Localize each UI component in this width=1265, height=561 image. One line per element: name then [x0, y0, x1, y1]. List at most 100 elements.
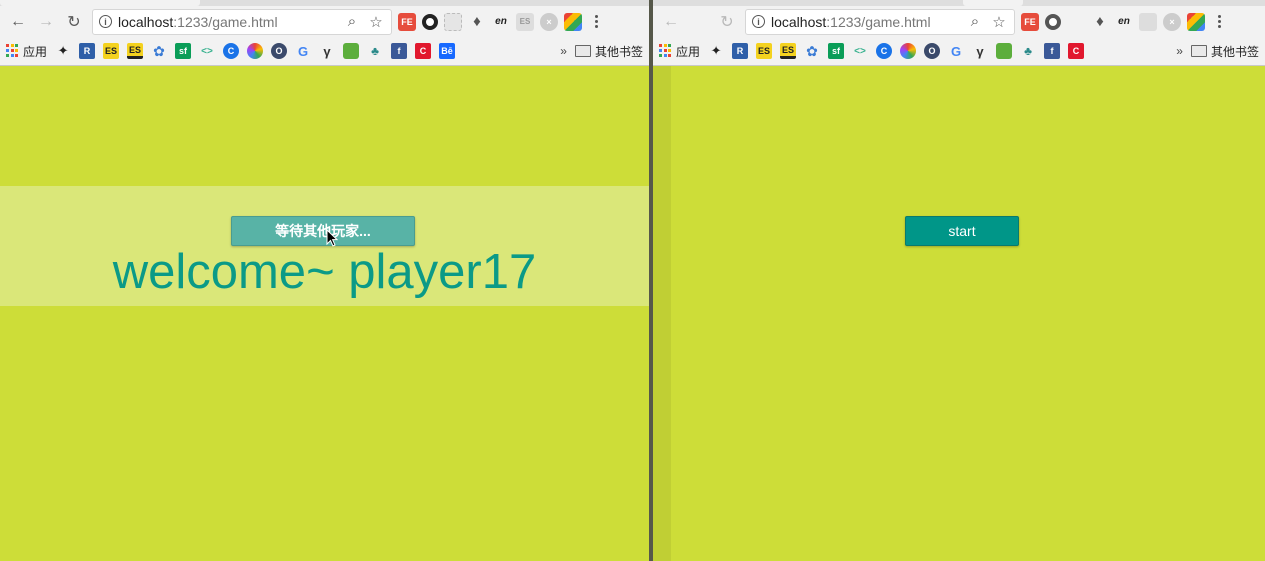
bookmark-c-blue[interactable]: C — [876, 43, 893, 59]
google-icon: G — [950, 43, 962, 59]
sf-icon: sf — [828, 43, 845, 59]
blank-extension-icon[interactable] — [1139, 12, 1157, 31]
zoom-icon[interactable]: ⌕ — [966, 13, 984, 31]
google-icon: G — [297, 43, 309, 59]
multicolor-extension-icon[interactable] — [564, 12, 582, 31]
start-button-label: start — [948, 223, 976, 239]
bookmark-gear[interactable]: ✿ — [151, 43, 167, 59]
bookmark-facebook[interactable]: f — [1044, 43, 1061, 59]
bookmark-color[interactable] — [900, 43, 917, 59]
other-bookmarks-folder[interactable]: 其他书签 — [1190, 43, 1259, 60]
other-bookmarks-folder[interactable]: 其他书签 — [574, 43, 643, 60]
bookmark-star-icon[interactable]: ☆ — [367, 13, 385, 31]
bookmark-c-red[interactable]: C — [1068, 43, 1085, 59]
evernote-extension-icon[interactable]: ♦ — [468, 13, 486, 31]
zoom-icon[interactable]: ⌕ — [343, 13, 361, 31]
reload-icon[interactable]: ↻ — [62, 10, 86, 34]
fe-extension-icon[interactable]: FE — [398, 12, 416, 31]
back-arrow-icon[interactable]: ← — [659, 10, 683, 34]
es-extension-icon[interactable]: ES — [516, 12, 534, 31]
bookmark-tree[interactable]: ♣ — [1020, 43, 1036, 59]
evernote-extension-icon[interactable]: ♦ — [1091, 13, 1109, 31]
ya-icon: γ — [323, 43, 331, 59]
bookmark-sf[interactable]: sf — [828, 43, 845, 59]
bookmark-color[interactable] — [247, 43, 264, 59]
url-host: localhost — [118, 13, 174, 30]
dashed-extension-icon[interactable] — [444, 12, 462, 31]
color-wheel-icon — [900, 43, 917, 59]
grey-x-extension-icon[interactable]: × — [1163, 12, 1181, 31]
address-bar[interactable]: i localhost:1233/game.html ⌕ ☆ — [92, 8, 392, 35]
bookmark-es-2[interactable]: ES — [127, 43, 144, 59]
grey-x-extension-icon[interactable]: × — [540, 12, 558, 31]
code-icon: <> — [201, 45, 213, 57]
tree-icon: ♣ — [1024, 44, 1032, 58]
bookmark-apps[interactable]: 应用 — [659, 43, 700, 60]
bookmark-r[interactable]: R — [732, 43, 749, 59]
fe-extension-icon[interactable]: FE — [1021, 12, 1039, 31]
bookmarks-bar: 应用 ✦ R ES ES ✿ sf <> C O G γ ♣ f C Bē » … — [0, 37, 649, 66]
bookmarks-bar: 应用 ✦ R ES ES ✿ sf <> C O G γ ♣ f C » 其他书… — [653, 37, 1265, 66]
more-bookmarks-chevron[interactable]: » — [560, 44, 567, 58]
bookmark-code[interactable]: <> — [199, 43, 215, 59]
bookmark-gear[interactable]: ✿ — [804, 43, 820, 59]
c-circle-icon: C — [223, 43, 240, 59]
facebook-icon: f — [391, 43, 408, 59]
bookmark-bird[interactable]: ✦ — [708, 43, 724, 59]
url-host: localhost — [771, 13, 827, 30]
bookmark-c-blue[interactable]: C — [223, 43, 240, 59]
bookmark-tree[interactable]: ♣ — [367, 43, 383, 59]
ring-extension-icon[interactable] — [1045, 13, 1061, 30]
bird-icon: ✦ — [710, 43, 722, 58]
folder-icon — [1190, 45, 1207, 57]
bookmark-r[interactable]: R — [79, 43, 96, 59]
bookmark-es-2[interactable]: ES — [780, 43, 797, 59]
waiting-button[interactable]: 等待其他玩家... — [231, 216, 415, 246]
bookmark-google[interactable]: G — [948, 43, 964, 59]
browser-toolbar: ← → ↻ i localhost:1233/game.html ⌕ ☆ FE … — [0, 6, 649, 37]
translate-extension-icon[interactable]: en — [492, 13, 510, 31]
c-red-icon: C — [1068, 43, 1085, 59]
url-path: :1233/game.html — [826, 13, 931, 30]
bookmark-cube[interactable] — [343, 43, 360, 59]
code-icon: <> — [854, 45, 866, 57]
url-text[interactable]: localhost:1233/game.html — [118, 14, 337, 30]
bookmark-cube[interactable] — [996, 43, 1013, 59]
bookmark-google[interactable]: G — [295, 43, 311, 59]
bookmark-star-icon[interactable]: ☆ — [990, 13, 1008, 31]
ring-extension-icon[interactable] — [422, 13, 438, 30]
bookmark-code[interactable]: <> — [852, 43, 868, 59]
bookmark-ya[interactable]: γ — [972, 43, 988, 59]
apps-grid-icon — [659, 44, 673, 58]
reload-icon[interactable]: ↻ — [715, 10, 739, 34]
bookmark-es[interactable]: ES — [756, 43, 773, 59]
browser-menu-icon[interactable] — [1211, 13, 1227, 31]
cube-icon — [996, 43, 1013, 59]
address-bar[interactable]: i localhost:1233/game.html ⌕ ☆ — [745, 8, 1015, 35]
bookmark-behance[interactable]: Bē — [439, 43, 456, 59]
bookmark-bird[interactable]: ✦ — [55, 43, 71, 59]
bookmark-c-red[interactable]: C — [415, 43, 432, 59]
c-red-icon: C — [415, 43, 432, 59]
bookmark-o[interactable]: O — [924, 43, 941, 59]
bookmark-ya[interactable]: γ — [319, 43, 335, 59]
behance-icon: Bē — [439, 43, 456, 59]
translate-extension-icon[interactable]: en — [1115, 13, 1133, 31]
url-text[interactable]: localhost:1233/game.html — [771, 14, 960, 30]
ya-icon: γ — [976, 43, 984, 59]
multicolor-extension-icon[interactable] — [1187, 12, 1205, 31]
back-arrow-icon[interactable]: ← — [6, 10, 30, 34]
folder-icon — [574, 45, 591, 57]
bookmark-o[interactable]: O — [271, 43, 288, 59]
bookmark-apps[interactable]: 应用 — [6, 43, 47, 60]
start-button[interactable]: start — [905, 216, 1019, 246]
forward-arrow-icon[interactable]: → — [34, 10, 58, 34]
more-bookmarks-chevron[interactable]: » — [1176, 44, 1183, 58]
browser-menu-icon[interactable] — [588, 13, 604, 31]
bookmark-facebook[interactable]: f — [391, 43, 408, 59]
bookmark-sf[interactable]: sf — [175, 43, 192, 59]
site-info-icon[interactable]: i — [752, 15, 765, 28]
waiting-button-label: 等待其他玩家... — [275, 223, 371, 239]
bookmark-es[interactable]: ES — [103, 43, 120, 59]
site-info-icon[interactable]: i — [99, 15, 112, 28]
